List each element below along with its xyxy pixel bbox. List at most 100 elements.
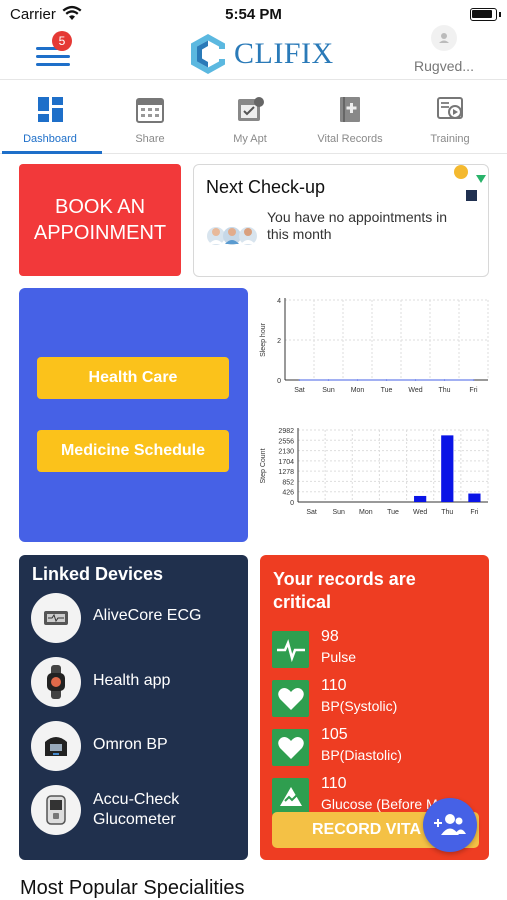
decor-triangle [476,175,486,183]
add-group-button[interactable] [423,798,477,852]
app-header: 5 CLIFIX Rugved... [0,25,507,80]
linked-devices-title: Linked Devices [32,564,164,584]
smartwatch-icon [31,657,81,707]
decor-square [466,190,477,201]
device-item[interactable]: Accu-Check Glucometer [31,785,241,837]
bar [441,435,454,502]
user-icon [439,33,449,43]
x-tick-label: Tue [387,509,399,516]
profile-name: Rugved... [414,58,474,74]
x-tick-label: Sun [332,509,345,516]
notification-badge: 5 [52,31,72,51]
device-item[interactable]: Health app [31,657,241,709]
tab-label: Vital Records [317,133,383,145]
sleep-chart: 0 2 4 Sat Sun Mon Tue Wed Thu Fri Sleep hour [252,296,492,400]
video-icon [437,97,463,119]
tab-label: Dashboard [23,133,77,145]
status-bar: Carrier 5:54 PM [0,0,507,28]
x-tick-label: Sat [306,509,317,516]
dashboard-icon [38,97,63,122]
tab-bar: Dashboard Share My Apt Vital Records Tra… [0,82,507,154]
x-tick-label: Wed [408,387,422,394]
heart-icon [272,680,309,717]
tab-label: Training [430,133,470,145]
record-value: 110 [321,677,347,694]
appointment-icon [238,97,264,121]
device-item[interactable]: Omron BP [31,721,241,773]
logo-text: CLIFIX [234,37,334,70]
bp-monitor-icon [31,721,81,771]
add-group-icon [434,814,466,835]
quick-actions-panel: Health Care Medicine Schedule [19,288,248,542]
y-axis-label: Sleep hour [260,322,267,357]
record-label: BP(Systolic) [321,698,398,714]
tab-my-apt[interactable]: My Apt [200,82,300,153]
decor-circle [454,165,468,179]
next-checkup-title: Next Check-up [206,177,326,197]
tab-training[interactable]: Training [400,82,500,153]
y-tick-label: 0 [290,500,294,507]
y-tick-label: 4 [277,298,281,305]
book-appointment-button[interactable]: BOOK AN APPOINMENT [19,164,181,276]
profile-button[interactable]: Rugved... [409,25,479,74]
y-tick-label: 2556 [278,438,294,445]
device-name: Omron BP [93,736,168,753]
record-item[interactable]: 110 BP(Systolic) [272,677,482,721]
battery-icon [470,8,501,21]
data-point [472,379,475,381]
x-tick-label: Sun [322,387,335,394]
record-value: 105 [321,726,348,743]
heart-icon [272,729,309,766]
next-checkup-card[interactable]: Next Check-up You have no appointments i… [193,164,489,277]
data-point [298,379,301,381]
logo-mark-icon [191,34,225,74]
data-point [327,379,330,381]
medicine-schedule-button[interactable]: Medicine Schedule [37,430,229,472]
record-item[interactable]: 105 BP(Diastolic) [272,726,482,770]
tab-share[interactable]: Share [100,82,200,153]
glucometer-icon [31,785,81,835]
health-care-button[interactable]: Health Care [37,357,229,399]
menu-icon-line [36,63,70,66]
bar [468,493,481,502]
x-tick-label: Thu [438,387,450,394]
next-checkup-message: You have no appointments in this month [267,209,448,242]
record-value: 98 [321,628,339,645]
x-tick-label: Mon [351,387,365,394]
x-tick-label: Fri [469,387,478,394]
book-appointment-label: BOOK AN APPOINMENT [33,196,167,244]
medical-book-icon [340,97,360,122]
clock-time: 5:54 PM [225,6,282,23]
record-value: 110 [321,775,347,792]
calendar-icon [136,98,164,123]
steps-chart: 0 426 852 1278 1704 2130 2556 2982 Sat Sun Mon Tue W… [252,424,492,520]
x-tick-label: Mon [359,509,373,516]
tab-vital-records[interactable]: Vital Records [300,82,400,153]
sleep-chart-svg: 0 2 4 Sat Sun Mon Tue Wed Thu Fri Sleep hour [260,298,489,394]
record-label: Pulse [321,649,357,665]
y-tick-label: 852 [282,479,294,486]
linked-devices-panel: Linked Devices AliveCore ECG Health app … [19,555,248,860]
y-axis-label: Step Count [260,448,267,483]
app-logo: CLIFIX [186,28,334,80]
doctors-icon [207,227,257,245]
x-tick-label: Fri [470,509,479,516]
data-point [385,379,388,381]
steps-chart-svg: 0 426 852 1278 1704 2130 2556 2982 Sat Sun Mon Tue W… [260,428,489,516]
ecg-device-icon [31,593,81,643]
y-tick-label: 426 [282,490,294,497]
menu-icon-line [36,55,70,58]
device-name: Accu-Check Glucometer [93,791,180,828]
glucose-icon [272,778,309,815]
data-point [443,379,446,381]
x-tick-label: Wed [413,509,427,516]
y-tick-label: 2 [277,338,281,345]
tab-label: Share [135,133,165,145]
device-item[interactable]: AliveCore ECG [31,593,241,645]
record-item[interactable]: 98 Pulse [272,628,482,672]
pulse-icon [272,631,309,668]
tab-dashboard[interactable]: Dashboard [0,82,102,154]
y-tick-label: 2130 [278,449,294,456]
bar [414,495,427,502]
y-tick-label: 0 [277,378,281,385]
